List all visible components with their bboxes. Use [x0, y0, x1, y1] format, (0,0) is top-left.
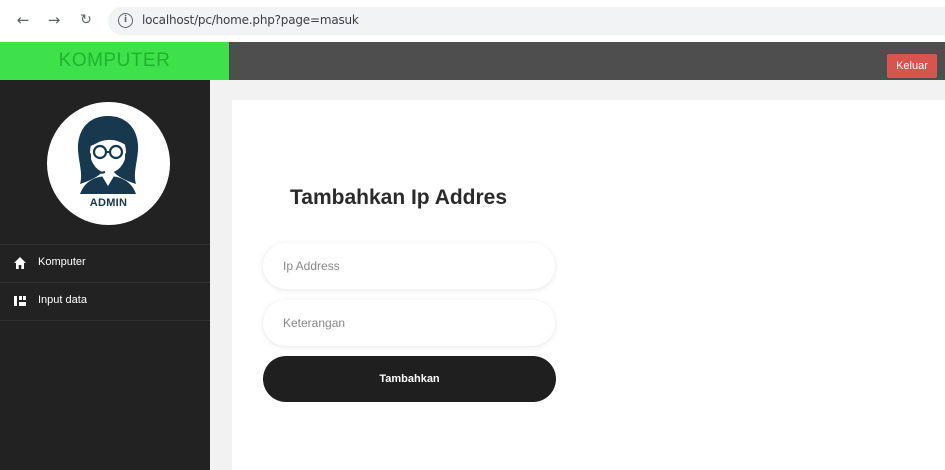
logout-button[interactable]: Keluar — [887, 54, 937, 78]
brand-title: KOMPUTER — [0, 42, 229, 80]
forward-arrow-icon[interactable]: → — [43, 9, 65, 31]
app-header: KOMPUTER Keluar — [0, 42, 945, 80]
ip-address-input[interactable] — [263, 243, 555, 289]
sidebar-item-label: Komputer — [38, 256, 86, 268]
sidebar: ADMIN Komputer Input data — [0, 80, 210, 470]
sidebar-item-label: Input data — [38, 294, 87, 306]
sidebar-divider — [0, 320, 210, 321]
site-info-icon[interactable]: i — [118, 13, 133, 28]
avatar-label: ADMIN — [89, 197, 128, 209]
home-icon — [14, 257, 26, 269]
sidebar-item-input-data[interactable]: Input data — [0, 283, 210, 319]
tambahkan-button[interactable]: Tambahkan — [263, 356, 556, 402]
keterangan-input[interactable] — [263, 300, 555, 346]
address-bar[interactable]: i localhost/pc/home.php?page=masuk — [108, 7, 945, 35]
page-title: Tambahkan Ip Addres — [290, 186, 508, 209]
reload-icon[interactable]: ↻ — [75, 9, 97, 31]
url-text[interactable]: localhost/pc/home.php?page=masuk — [142, 13, 359, 27]
browser-toolbar: ← → ↻ i localhost/pc/home.php?page=masuk — [0, 0, 945, 42]
avatar: ADMIN — [47, 102, 170, 225]
input-data-icon — [14, 296, 26, 306]
sidebar-item-komputer[interactable]: Komputer — [0, 245, 210, 281]
back-arrow-icon[interactable]: ← — [12, 9, 34, 31]
